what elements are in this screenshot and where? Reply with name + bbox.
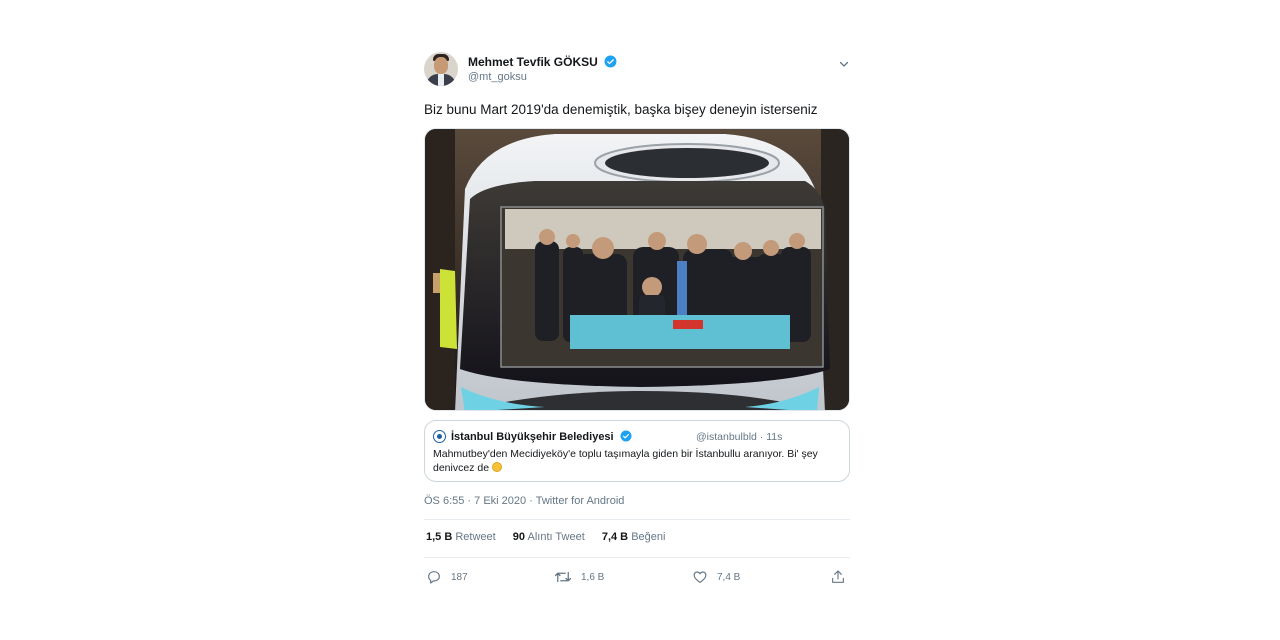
likes-value: 7,4 B (601, 531, 629, 543)
like-button[interactable]: 7,4 B (692, 566, 740, 588)
reply-button[interactable]: 187 (426, 566, 468, 588)
quoted-time: 11s (766, 431, 783, 443)
quoted-author-name-text: İstanbul Büyükşehir Belediyesi (451, 431, 614, 443)
retweets-value: 1,5 B (426, 531, 453, 543)
divider (424, 557, 850, 558)
share-button[interactable] (830, 566, 855, 588)
verified-badge-icon (620, 430, 632, 442)
divider (424, 519, 850, 520)
tweet-date[interactable]: 7 Eki 2020 (474, 495, 526, 507)
retweet-count: 1,6 B (581, 571, 605, 583)
author-handle[interactable]: @mt_goksu (468, 71, 527, 83)
quotes-label: Alıntı Tweet (527, 531, 585, 543)
quoted-handle: @istanbulbld (696, 431, 757, 443)
share-icon (832, 570, 844, 583)
retweet-icon (554, 571, 572, 583)
tweet-text: Biz bunu Mart 2019'da denemiştik, başka … (424, 102, 818, 117)
retweets-stat[interactable]: 1,5 B Retweet (426, 531, 496, 543)
tweet-source[interactable]: Twitter for Android (536, 495, 625, 507)
separator-dot: · (467, 495, 472, 507)
quoted-tweet[interactable]: İstanbul Büyükşehir Belediyesi @istanbul… (424, 420, 850, 482)
metro-train-photo (425, 129, 849, 410)
quoted-author-name: İstanbul Büyükşehir Belediyesi (451, 430, 632, 443)
quotes-stat[interactable]: 90 Alıntı Tweet (513, 531, 585, 543)
retweet-button[interactable]: 1,6 B (554, 566, 604, 588)
chevron-down-icon[interactable] (838, 58, 850, 70)
tweet-time[interactable]: ÖS 6:55 (424, 495, 464, 507)
author-name-text[interactable]: Mehmet Tevfik GÖKSU (468, 55, 598, 69)
tweet-card: Mehmet Tevfik GÖKSU @mt_goksu Biz bunu M… (410, 40, 864, 610)
reply-count: 187 (451, 571, 468, 583)
verified-badge-icon (604, 55, 617, 68)
tweet-header: Mehmet Tevfik GÖKSU @mt_goksu (424, 52, 850, 92)
separator-dot: · (759, 431, 764, 443)
tweet-photo[interactable] (424, 128, 850, 411)
author-name[interactable]: Mehmet Tevfik GÖKSU (468, 55, 617, 69)
separator-dot: · (529, 495, 533, 507)
retweets-label: Retweet (455, 531, 496, 543)
like-icon (693, 571, 707, 583)
reply-icon (428, 571, 440, 584)
tweet-timestamp: ÖS 6:55 · 7 Eki 2020 · Twitter for Andro… (424, 495, 624, 507)
quoted-text: Mahmutbey'den Mecidiyeköy'e toplu taşıma… (433, 447, 841, 475)
likes-label: Beğeni (631, 531, 666, 543)
like-count: 7,4 B (717, 571, 741, 583)
tweet-stats: 1,5 B Retweet 90 Alıntı Tweet 7,4 B Beğe… (426, 531, 679, 543)
likes-stat[interactable]: 7,4 B Beğeni (602, 531, 666, 543)
quoted-meta: @istanbulbld · 11s (696, 431, 782, 443)
ibb-logo-icon (433, 430, 446, 443)
action-bar: 187 1,6 B 7,4 B (424, 566, 850, 588)
author-avatar[interactable] (424, 52, 458, 86)
quotes-value: 90 (512, 531, 526, 543)
quoted-text-body: Mahmutbey'den Mecidiyeköy'e toplu taşıma… (433, 448, 818, 474)
smiling-face-emoji-icon (491, 462, 502, 472)
